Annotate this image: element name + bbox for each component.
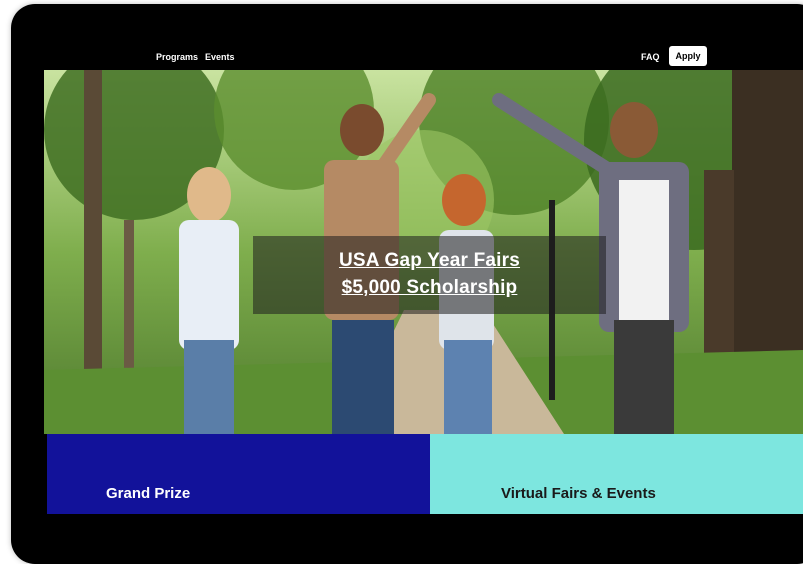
screen: Programs Events FAQ Apply USA Gap Year F… [44, 42, 803, 514]
virtual-fairs-label: Virtual Fairs & Events [501, 485, 656, 502]
virtual-fairs-panel[interactable]: Virtual Fairs & Events [430, 434, 803, 514]
hero-banner: USA Gap Year Fairs $5,000 Scholarship [44, 70, 803, 434]
device-frame: Programs Events FAQ Apply USA Gap Year F… [11, 4, 803, 564]
apply-button[interactable]: Apply [669, 46, 707, 66]
nav-programs-link[interactable]: Programs [156, 52, 198, 62]
hero-title-line1[interactable]: USA Gap Year Fairs [253, 250, 606, 272]
top-nav: Programs Events FAQ Apply [46, 42, 803, 70]
nav-faq-link[interactable]: FAQ [641, 52, 660, 62]
grand-prize-label: Grand Prize [106, 485, 191, 502]
grand-prize-panel[interactable]: Grand Prize [47, 434, 430, 514]
nav-events-link[interactable]: Events [205, 52, 235, 62]
hero-title-line2[interactable]: $5,000 Scholarship [253, 277, 606, 299]
hero-headline-box: USA Gap Year Fairs $5,000 Scholarship [253, 236, 606, 314]
